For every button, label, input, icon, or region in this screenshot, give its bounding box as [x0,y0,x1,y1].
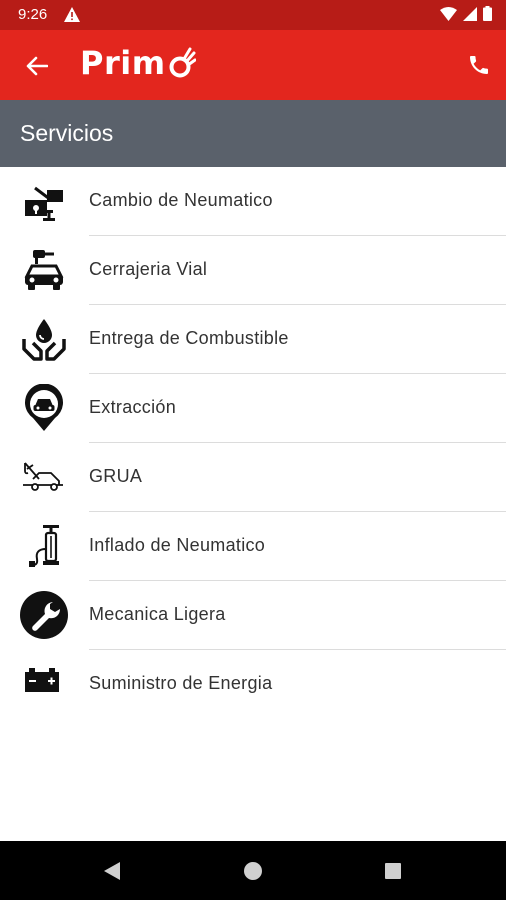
service-label: Cambio de Neumatico [89,190,273,210]
car-pin-icon [18,384,70,432]
status-bar: 9:26 [0,0,506,30]
service-label: GRUA [89,466,143,486]
tire-change-icon [18,177,70,225]
status-time: 9:26 [18,6,48,23]
nav-back-button[interactable] [100,859,124,883]
service-label: Mecanica Ligera [89,604,226,624]
service-label: Inflado de Neumatico [89,535,266,555]
signal-icon [463,6,477,26]
warning-icon [64,7,80,27]
logo-text: Prim [80,44,166,82]
list-item-extraccion[interactable]: Extracción [0,374,506,443]
recents-square-icon [385,863,401,879]
air-pump-icon [18,522,70,570]
list-item-entrega-de-combustible[interactable]: Entrega de Combustible [0,305,506,374]
wifi-icon [440,6,457,26]
phone-icon [470,56,488,74]
battery-icon [18,660,70,708]
services-list: Cambio de Neumatico Cerrajeria Vial Entr… [0,167,506,719]
list-item-mecanica-ligera[interactable]: Mecanica Ligera [0,581,506,650]
list-item-cambio-de-neumatico[interactable]: Cambio de Neumatico [0,167,506,236]
nav-bar [0,841,506,900]
tow-truck-icon [18,453,70,501]
back-triangle-icon [104,862,120,880]
battery-icon [483,6,492,26]
wrench-icon [18,591,70,639]
arrow-left-icon [26,56,48,76]
nav-recents-button[interactable] [381,859,405,883]
service-label: Suministro de Energia [89,673,273,693]
call-button[interactable] [464,50,494,80]
back-button[interactable] [22,51,52,81]
app-bar: Prim [0,30,506,100]
list-item-inflado-de-neumatico[interactable]: Inflado de Neumatico [0,512,506,581]
list-item-cerrajeria-vial[interactable]: Cerrajeria Vial [0,236,506,305]
section-title: Servicios [20,120,114,146]
list-item-grua[interactable]: GRUA [0,443,506,512]
list-item-suministro-de-energia[interactable]: Suministro de Energia [0,650,506,719]
service-label: Cerrajeria Vial [89,259,208,279]
service-label: Extracción [89,397,177,417]
app-logo: Prim [80,44,196,82]
status-icons [440,6,492,26]
logo-hand-icon [169,47,196,78]
home-circle-icon [244,862,262,880]
car-key-icon [18,246,70,294]
section-header: Servicios [0,100,506,167]
service-label: Entrega de Combustible [89,328,289,348]
fuel-delivery-icon [18,315,70,363]
nav-home-button[interactable] [241,859,265,883]
